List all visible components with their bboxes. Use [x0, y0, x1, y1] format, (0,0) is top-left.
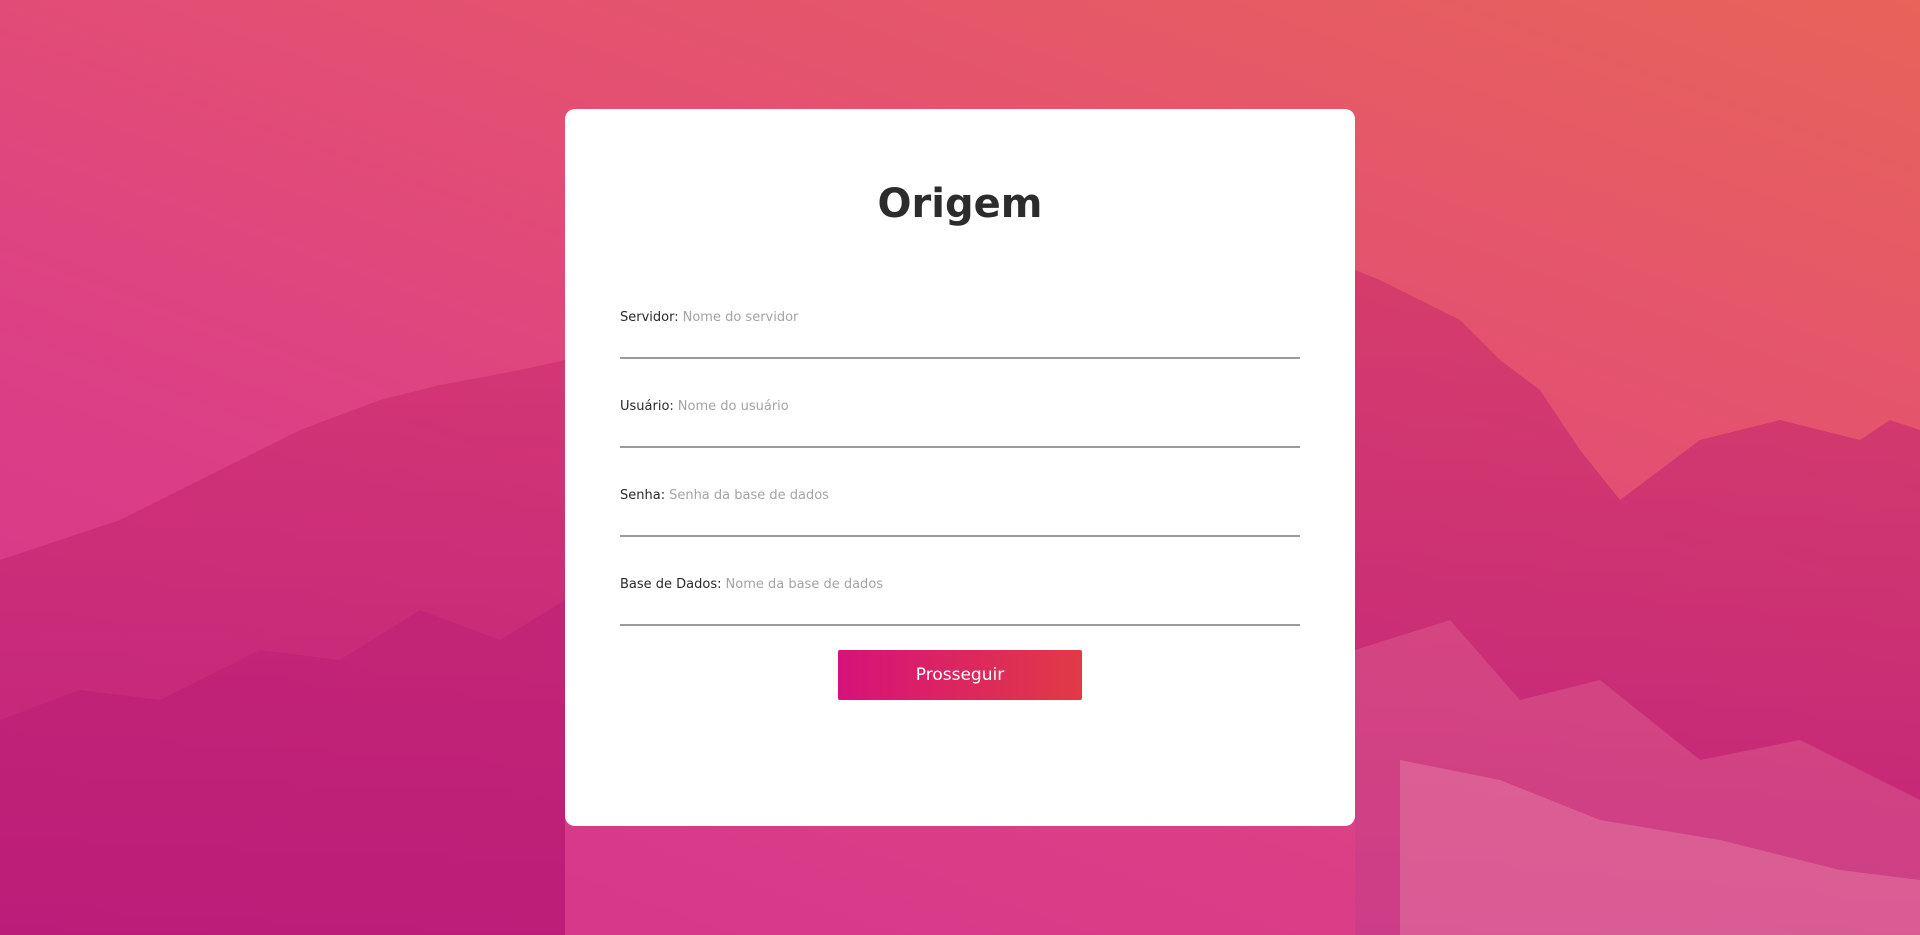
field-row: Base de Dados:	[620, 575, 1300, 627]
field-underline	[620, 446, 1300, 448]
field-label-senha: Senha:	[620, 487, 666, 503]
field-underline	[620, 624, 1300, 626]
senha-input[interactable]	[665, 486, 1300, 504]
form-title: Origem	[877, 181, 1043, 227]
field-underline	[620, 357, 1300, 359]
field-row: Senha:	[620, 486, 1300, 538]
field-servidor: Servidor:	[620, 308, 1300, 397]
field-row: Servidor:	[620, 308, 1300, 360]
form-fields: Servidor: Usuário: Senha: Base de Dados:	[620, 308, 1300, 664]
field-row: Usuário:	[620, 397, 1300, 449]
login-card: Origem Servidor: Usuário: Senha:	[565, 109, 1355, 826]
field-senha: Senha:	[620, 486, 1300, 575]
base-de-dados-input[interactable]	[721, 575, 1300, 593]
field-underline	[620, 535, 1300, 537]
field-usuario: Usuário:	[620, 397, 1300, 486]
field-label-base-de-dados: Base de Dados:	[620, 576, 722, 592]
field-label-servidor: Servidor:	[620, 309, 679, 325]
field-label-usuario: Usuário:	[620, 398, 674, 414]
usuario-input[interactable]	[673, 397, 1300, 415]
servidor-input[interactable]	[678, 308, 1300, 326]
field-base-de-dados: Base de Dados:	[620, 575, 1300, 664]
